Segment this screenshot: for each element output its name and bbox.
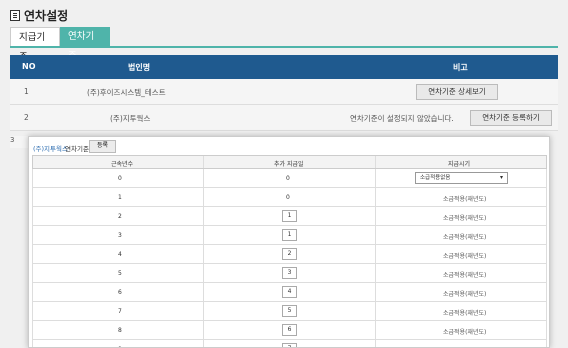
page: 연차설정 지급기준 연차기준 NO 법인명 비고 1 (주)후이즈시스템_테스트… [0,0,568,348]
divider [203,321,204,339]
tab-underline [10,46,558,48]
row-extra-days: 0 [286,194,290,201]
row-no-peek: 3 [10,136,28,148]
row-years: 1 [118,194,122,201]
grid-row: 1 0 소급적용(재년도) [32,188,547,207]
grid-row: 6 4 소급적용(재년도) [32,283,547,302]
tab-payment-criteria[interactable]: 지급기준 [10,27,60,63]
criteria-popup: (주)지투웍스 연차기준 등록 근속년수 추가 지급일 지급시기 0 0 소급적용없… [28,136,550,348]
divider [375,302,376,320]
grid-row: 97소급적용(재년도) [32,340,547,347]
row-timing: 소급적용(재년도) [443,310,487,317]
row-company-name: (주)지투웍스 [110,114,151,123]
extra-days-input[interactable]: 2 [282,248,297,260]
timing-select-value: 소급적용없음 [420,175,451,181]
grid-header: 근속년수 추가 지급일 지급시기 [32,155,547,169]
row-timing: 소급적용(재년도) [443,329,487,336]
divider [203,226,204,244]
divider [203,283,204,301]
table-row: 1 (주)후이즈시스템_테스트 연차기준 상세보기 [10,79,558,105]
divider [375,169,376,187]
grid-row: 5 3 소급적용(재년도) [32,264,547,283]
timing-select[interactable]: 소급적용없음 ▾ [415,172,508,184]
row-years: 7 [118,308,122,315]
row-timing: 소급적용(재년도) [443,215,487,222]
divider [375,207,376,225]
table-header: NO 법인명 비고 [10,55,558,79]
company-table: NO 법인명 비고 1 (주)후이즈시스템_테스트 연차기준 상세보기 2 (주… [10,55,558,131]
tab-annual-leave-criteria[interactable]: 연차기준 [60,27,110,62]
popup-label: 연차기준 [65,145,89,153]
popup-header: (주)지투웍스 연차기준 등록 [29,137,549,157]
grid-row: 2 1 소급적용(재년도) [32,207,547,226]
divider [375,340,376,347]
grid-rows: 0 0 소급적용없음 ▾ 1 0 소급적용(재년도) 2 1 소급적용(재년도) 3 1 소급적용(재년… [32,169,547,347]
extra-days-input[interactable]: 3 [282,267,297,279]
document-icon [10,10,20,21]
header-years: 근속년수 [111,161,134,168]
row-timing: 소급적용(재년도) [443,253,487,260]
chevron-down-icon: ▾ [499,174,503,181]
divider [203,340,204,347]
grid-row: 4 2 소급적용(재년도) [32,245,547,264]
row-years: 0 [118,175,122,182]
header-note: 비고 [453,63,468,72]
divider [203,264,204,282]
row-timing: 소급적용(재년도) [443,291,487,298]
row-timing: 소급적용(재년도) [443,272,487,279]
row-years: 8 [118,327,122,334]
divider [203,245,204,263]
popup-company-name: (주)지투웍스 [33,145,68,153]
divider [375,245,376,263]
grid-row: 3 1 소급적용(재년도) [32,226,547,245]
divider [375,156,376,168]
row-company-name: (주)후이즈시스템_테스트 [87,88,166,97]
table-row: 2 (주)지투웍스 연차기준이 설정되지 않았습니다. 연차기준 등록하기 [10,105,558,131]
row-no: 2 [24,113,29,122]
extra-days-input[interactable]: 1 [282,229,297,241]
register-criteria-button[interactable]: 연차기준 등록하기 [470,110,552,126]
header-no: NO [22,62,36,71]
extra-days-input[interactable]: 1 [282,210,297,222]
header-timing: 지급시기 [448,161,471,168]
grid-row: 7 5 소급적용(재년도) [32,302,547,321]
divider [203,188,204,206]
divider [203,169,204,187]
row-timing: 소급적용(재년도) [443,196,487,203]
view-criteria-button[interactable]: 연차기준 상세보기 [416,84,498,100]
row-years: 6 [118,289,122,296]
page-title: 연차설정 [24,9,69,23]
row-years: 3 [118,232,122,239]
extra-days-input[interactable]: 6 [282,324,297,336]
row-timing: 소급적용(재년도) [443,234,487,241]
divider [203,156,204,168]
extra-days-input[interactable]: 4 [282,286,297,298]
header-company: 법인명 [128,63,151,72]
row-note: 연차기준이 설정되지 않았습니다. [350,114,454,123]
divider [375,283,376,301]
divider [203,207,204,225]
extra-days-input[interactable]: 5 [282,305,297,317]
grid-row: 8 6 소급적용(재년도) [32,321,547,340]
divider [375,264,376,282]
row-years: 4 [118,251,122,258]
header-extra-days: 추가 지급일 [274,161,304,168]
row-years: 2 [118,213,122,220]
divider [375,321,376,339]
grid-row: 0 0 소급적용없음 ▾ [32,169,547,188]
divider [375,188,376,206]
row-years: 5 [118,270,122,277]
row-extra-days: 0 [286,175,290,182]
popup-register-button[interactable]: 등록 [89,140,116,153]
title-bar: 연차설정 [0,0,568,28]
divider [203,302,204,320]
extra-days-input[interactable]: 7 [282,343,297,347]
criteria-grid: 근속년수 추가 지급일 지급시기 0 0 소급적용없음 ▾ 1 0 소급적용(재년도) 2 1 소… [32,155,547,347]
row-no: 1 [24,87,29,96]
divider [375,226,376,244]
